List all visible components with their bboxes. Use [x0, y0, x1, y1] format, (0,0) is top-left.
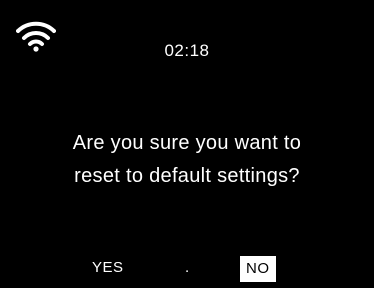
message-line-1: Are you sure you want to: [72, 132, 302, 154]
no-option-selected[interactable]: NO: [240, 256, 276, 282]
reset-confirmation-message: Are you sure you want to reset to defaul…: [0, 127, 374, 193]
radio-display-screen: 02:18 Are you sure you want to reset to …: [0, 0, 374, 288]
yes-option[interactable]: YES: [92, 253, 124, 283]
confirmation-options: YES . NO: [0, 253, 374, 283]
message-line-2: reset to default settings?: [74, 165, 300, 187]
option-separator: .: [185, 259, 190, 276]
clock-time: 02:18: [164, 41, 210, 60]
